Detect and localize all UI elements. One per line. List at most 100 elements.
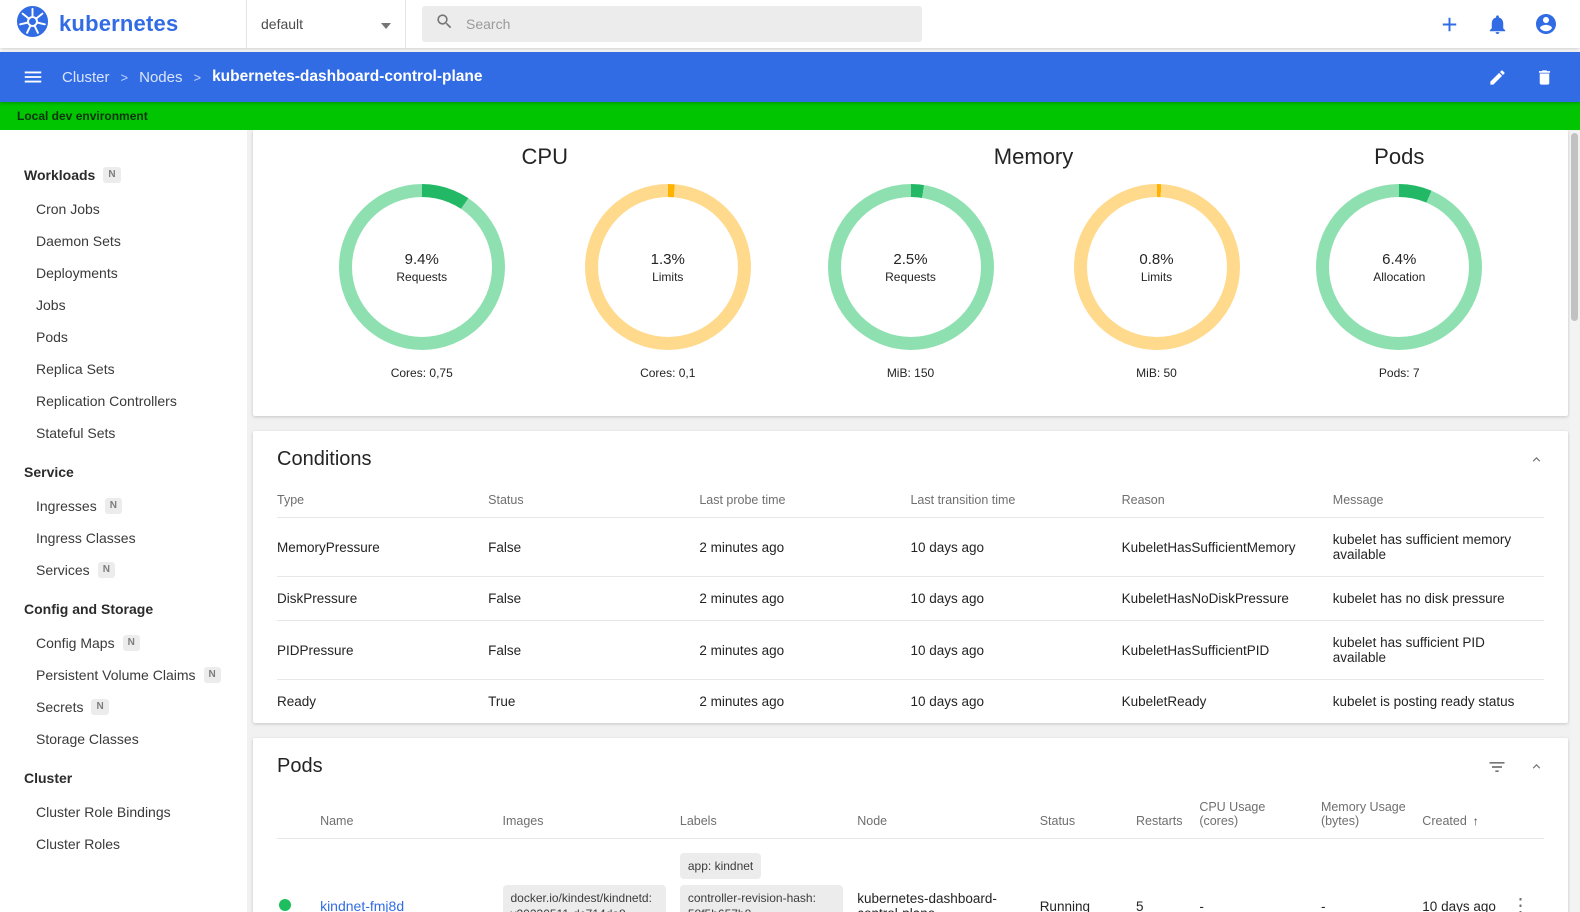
- condition-cell: kubelet has sufficient PID available: [1332, 620, 1544, 680]
- pod-memory-cell: -: [1320, 898, 1326, 912]
- sidebar-item-label: Cluster Roles: [36, 836, 121, 852]
- kubernetes-logo[interactable]: kubernetes: [16, 5, 246, 43]
- sidebar-item-secrets[interactable]: Secrets N: [0, 691, 247, 723]
- sidebar-item-services[interactable]: Services N: [0, 554, 247, 586]
- condition-cell: kubelet has no disk pressure: [1332, 576, 1544, 621]
- pod-cpu-cell: -: [1199, 898, 1204, 912]
- sidebar-item-ingresses[interactable]: Ingresses N: [0, 490, 247, 522]
- conditions-header-row: Type Status Last probe time Last transition…: [277, 483, 1544, 518]
- condition-cell: False: [488, 517, 700, 577]
- gauge-percent-value: 1.3%: [650, 250, 685, 268]
- gauge-caption: MiB: 150: [886, 366, 935, 380]
- pod-row: kindnet-fmj8d docker.io/kindest/kindnetd:…: [277, 839, 1544, 912]
- condition-cell: kubelet has sufficient memory available: [1332, 517, 1544, 577]
- sidebar-item-label: Stateful Sets: [36, 425, 116, 441]
- sidebar-section-service[interactable]: Service: [0, 454, 247, 490]
- column-header-restarts: Restarts: [1135, 790, 1200, 839]
- pod-actions-menu-button[interactable]: ⋮: [1511, 897, 1530, 912]
- search-input[interactable]: [466, 16, 909, 32]
- gauge-label: Requests: [885, 269, 936, 284]
- sidebar-item-pods[interactable]: Pods: [0, 321, 247, 353]
- sidebar-item-cluster-roles[interactable]: Cluster Roles: [0, 828, 247, 860]
- sidebar-section-workloads[interactable]: Workloads N: [0, 157, 247, 193]
- conditions-body: MemoryPressure False 2 minutes ago 10 days …: [277, 517, 1544, 724]
- column-header-label: Node: [857, 814, 888, 828]
- sidebar-item-label: Daemon Sets: [36, 233, 121, 249]
- gauge-row: 9.4% Requests Cores: 0,75 1.3% Limits Cores: …: [322, 184, 768, 380]
- gauge-caption: MiB: 50: [1136, 366, 1177, 380]
- gauge-percent-value: 6.4%: [1382, 250, 1417, 268]
- pods-table: Name Images Labels Node Status Restarts CPU Us…: [277, 790, 1544, 912]
- column-header-memory-usage-bytes: Memory Usage (bytes): [1320, 790, 1423, 839]
- pod-status-ok-icon: [279, 898, 291, 911]
- image-chip: docker.io/kindest/kindnetd:v20230511-dc7…: [502, 885, 666, 912]
- sidebar-section-label: Service: [24, 464, 74, 480]
- condition-cell: 2 minutes ago: [699, 576, 911, 621]
- sidebar-item-daemon-sets[interactable]: Daemon Sets: [0, 225, 247, 257]
- scrollbar-thumb[interactable]: [1571, 133, 1578, 321]
- search-icon: [435, 12, 454, 36]
- sidebar-item-label: Replication Controllers: [36, 393, 177, 409]
- condition-cell: PIDPressure: [277, 620, 489, 680]
- sidebar-item-stateful-sets[interactable]: Stateful Sets: [0, 417, 247, 449]
- sidebar-item-replica-sets[interactable]: Replica Sets: [0, 353, 247, 385]
- donut-center: 6.4% Allocation: [1329, 197, 1470, 337]
- condition-cell: 10 days ago: [910, 694, 985, 709]
- collapse-conditions-button[interactable]: [1529, 452, 1544, 467]
- scrollbar-track[interactable]: [1570, 131, 1579, 912]
- sidebar-item-jobs[interactable]: Jobs: [0, 289, 247, 321]
- donut-center: 2.5% Requests: [840, 197, 981, 337]
- sidebar-item-storage-classes[interactable]: Storage Classes: [0, 723, 247, 755]
- column-header-cpu-usage-cores: CPU Usage (cores): [1199, 790, 1321, 839]
- condition-cell: True: [488, 694, 516, 709]
- create-resource-button[interactable]: [1438, 13, 1461, 36]
- account-circle-button[interactable]: [1534, 12, 1558, 36]
- sort-ascending-icon[interactable]: ↑: [1473, 814, 1479, 828]
- sidebar-item-config-maps[interactable]: Config Maps N: [0, 627, 247, 659]
- environment-banner: Local dev environment: [0, 102, 1580, 130]
- sidebar-item-label: Secrets: [36, 699, 84, 715]
- sidebar-item-label: Cron Jobs: [36, 201, 100, 217]
- sidebar-item-cron-jobs[interactable]: Cron Jobs: [0, 193, 247, 225]
- breadcrumb-link-nodes[interactable]: Nodes: [139, 69, 182, 86]
- column-header-reason: Reason: [1121, 483, 1333, 518]
- gauge-percent-value: 0.8%: [1139, 250, 1174, 268]
- sidebar-section-config-and-storage[interactable]: Config and Storage: [0, 591, 247, 627]
- gauge-row: 6.4% Allocation Pods: 7: [1299, 184, 1499, 380]
- breadcrumb-separator: >: [120, 69, 129, 85]
- environment-banner-text: Local dev environment: [17, 109, 148, 123]
- delete-resource-button[interactable]: [1535, 68, 1554, 87]
- sidebar-item-cluster-role-bindings[interactable]: Cluster Role Bindings: [0, 796, 247, 828]
- donut-center: 1.3% Limits: [597, 197, 738, 337]
- sidebar-item-ingress-classes[interactable]: Ingress Classes: [0, 522, 247, 554]
- sidebar-item-persistent-volume-claims[interactable]: Persistent Volume Claims N: [0, 659, 247, 691]
- column-header-created[interactable]: Created ↑: [1422, 790, 1511, 839]
- notifications-bell-button[interactable]: [1486, 13, 1509, 36]
- sidebar-item-deployments[interactable]: Deployments: [0, 257, 247, 289]
- pod-name-link[interactable]: kindnet-fmj8d: [320, 898, 404, 912]
- collapse-pods-button[interactable]: [1529, 759, 1544, 774]
- search-bar: [422, 6, 922, 42]
- edit-resource-button[interactable]: [1488, 68, 1507, 87]
- sidebar-section-cluster[interactable]: Cluster: [0, 760, 247, 796]
- namespace-select[interactable]: default: [246, 0, 406, 48]
- condition-cell: MemoryPressure: [277, 517, 489, 577]
- donut-center: 0.8% Limits: [1086, 197, 1227, 337]
- chart-group-title: Pods: [1374, 144, 1425, 169]
- condition-cell: KubeletHasSufficientMemory: [1121, 517, 1333, 577]
- breadcrumb-link-cluster[interactable]: Cluster: [62, 69, 110, 86]
- column-header-label: Images: [502, 814, 544, 828]
- column-header-images: Images: [502, 790, 680, 839]
- menu-hamburger-button[interactable]: [22, 66, 44, 88]
- condition-cell: 10 days ago: [910, 620, 1122, 680]
- column-header-status-dot: [277, 790, 321, 839]
- filter-icon-button[interactable]: [1487, 757, 1507, 777]
- sidebar-item-replication-controllers[interactable]: Replication Controllers: [0, 385, 247, 417]
- condition-cell: DiskPressure: [277, 576, 489, 621]
- pod-node-cell: kubernetes-dashboard-control-plane: [857, 891, 997, 912]
- column-header-status: Status: [1039, 790, 1136, 839]
- condition-row: PIDPressure False 2 minutes ago 10 days ago…: [277, 620, 1544, 680]
- conditions-table: Type Status Last probe time Last transition…: [277, 483, 1544, 723]
- gauge-caption: Cores: 0,1: [640, 366, 696, 380]
- column-header-label: Name: [320, 814, 354, 828]
